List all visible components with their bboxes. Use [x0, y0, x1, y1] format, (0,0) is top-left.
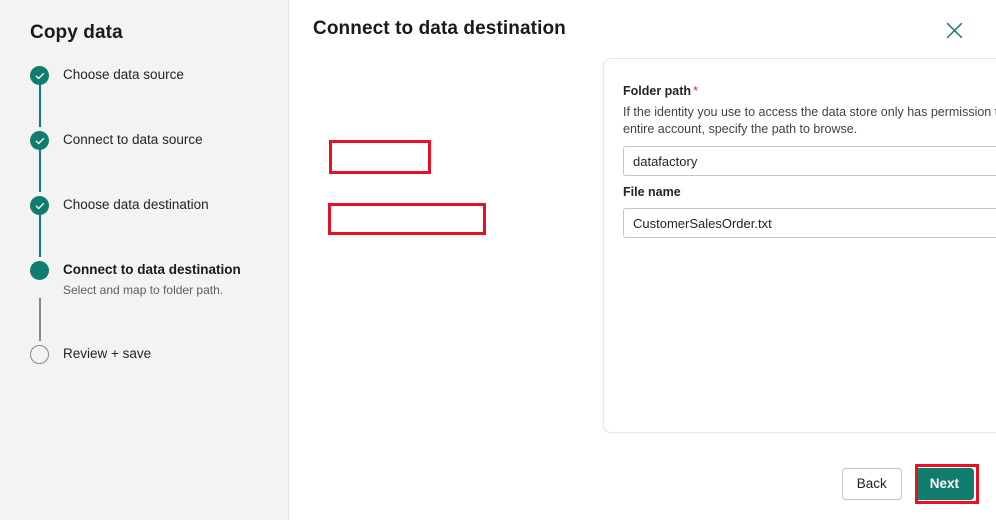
- step-connector-4: [39, 298, 41, 341]
- sidebar-title: Copy data: [30, 22, 123, 43]
- sidebar-step-label: Connect to data destination: [63, 262, 241, 277]
- close-button[interactable]: [938, 14, 970, 46]
- back-button[interactable]: Back: [841, 468, 902, 500]
- sidebar-step-label: Choose data destination: [63, 197, 209, 212]
- wizard-footer: Back Next: [841, 468, 974, 500]
- sidebar-step-sublabel: Select and map to folder path.: [63, 283, 224, 297]
- folder-path-description: If the identity you use to access the da…: [623, 105, 996, 136]
- step-status-icon-complete: [30, 196, 49, 215]
- sidebar-step-connect-to-data-source[interactable]: Connect to data source: [30, 127, 280, 150]
- copy-data-wizard: Copy data Choose data source Connect to …: [0, 0, 996, 520]
- folder-path-input[interactable]: [623, 146, 996, 176]
- step-connector-2: [39, 149, 41, 192]
- file-name-label: File name: [623, 185, 681, 199]
- wizard-steps: Choose data source Connect to data sourc…: [30, 62, 280, 364]
- folder-path-input-row: Browse: [623, 146, 996, 176]
- sidebar-step-label: Connect to data source: [63, 132, 203, 147]
- sidebar-step-choose-data-source[interactable]: Choose data source: [30, 62, 280, 85]
- sidebar-step-review-and-save[interactable]: Review + save: [30, 341, 280, 364]
- step-status-icon-pending: [30, 345, 49, 364]
- file-name-input-row: [623, 208, 996, 238]
- sidebar-step-connect-to-data-destination[interactable]: Connect to data destination Select and m…: [30, 257, 280, 298]
- sidebar-step-choose-data-destination[interactable]: Choose data destination: [30, 192, 280, 215]
- folder-path-field-group: Folder path * If the identity you use to …: [623, 83, 996, 176]
- sidebar-step-label: Review + save: [63, 346, 152, 361]
- close-icon: [946, 22, 962, 38]
- step-status-icon-complete: [30, 66, 49, 85]
- step-status-icon-complete: [30, 131, 49, 150]
- destination-settings-card: Folder path * If the identity you use to …: [603, 58, 996, 433]
- wizard-sidebar: Copy data Choose data source Connect to …: [0, 0, 289, 520]
- file-name-field-group: File name: [623, 184, 996, 238]
- sidebar-step-label: Choose data source: [63, 67, 184, 82]
- wizard-main-pane: Connect to data destination Folder path *…: [289, 0, 996, 520]
- step-connector-3: [39, 214, 41, 257]
- folder-path-label-text: Folder path: [623, 84, 692, 98]
- panel-header: Connect to data destination: [313, 14, 976, 48]
- step-connector-1: [39, 84, 41, 127]
- page-title: Connect to data destination: [313, 18, 566, 39]
- required-indicator: *: [693, 84, 698, 98]
- next-button[interactable]: Next: [914, 468, 974, 500]
- file-name-input[interactable]: [623, 208, 996, 238]
- step-status-icon-current: [30, 261, 49, 280]
- folder-path-label: Folder path *: [623, 83, 996, 99]
